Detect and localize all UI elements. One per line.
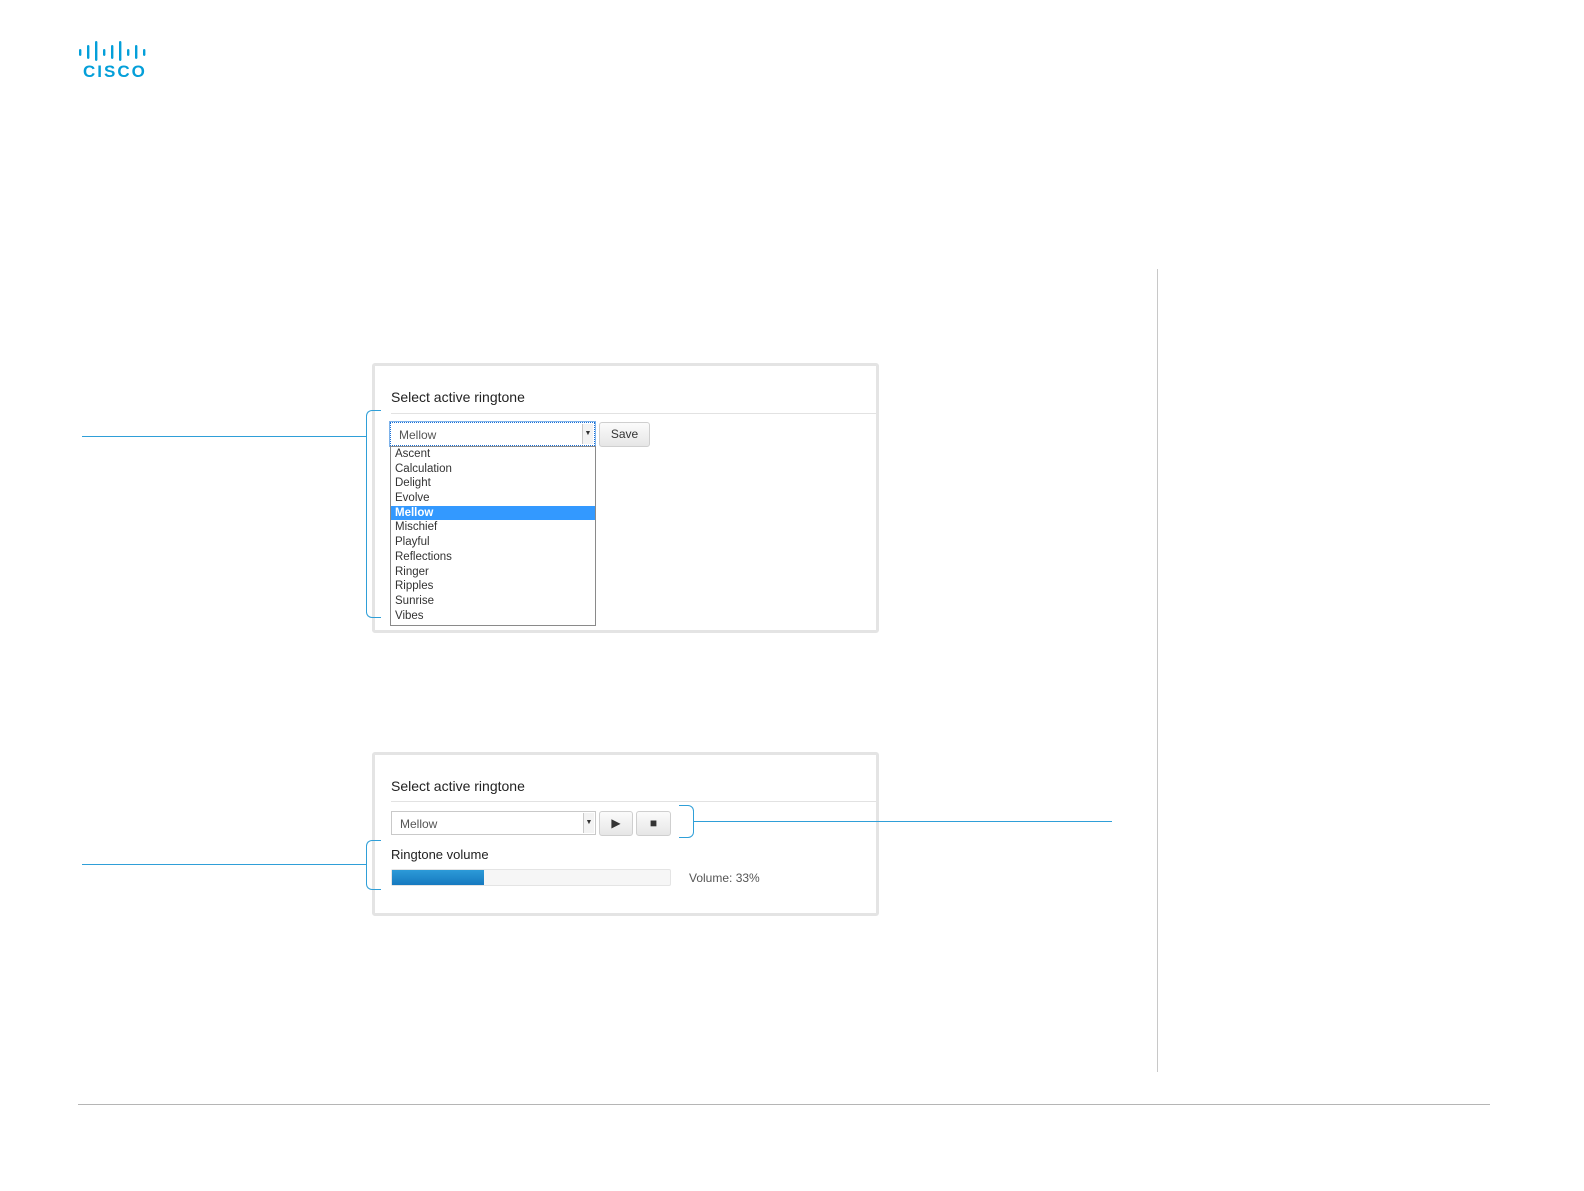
callout-bracket-playback <box>679 805 694 838</box>
option-playful[interactable]: Playful <box>391 535 595 550</box>
chevron-down-icon[interactable]: ▼ <box>582 424 593 444</box>
option-ascent[interactable]: Ascent <box>391 447 595 462</box>
ringtone-select[interactable]: Mellow ▼ <box>390 422 595 446</box>
ringtone-select-value: Mellow <box>399 428 437 442</box>
panel-title: Select active ringtone <box>391 778 525 794</box>
panel-title: Select active ringtone <box>391 389 525 405</box>
volume-readout: Volume: 33% <box>689 871 760 885</box>
ringtone-options-list[interactable]: Ascent Calculation Delight Evolve Mellow… <box>390 446 596 626</box>
chevron-down-icon[interactable]: ▼ <box>583 813 594 833</box>
panel-separator <box>391 413 876 414</box>
option-mellow[interactable]: Mellow <box>391 505 595 521</box>
panel-separator <box>391 801 876 802</box>
stop-button[interactable]: ■ <box>636 811 671 836</box>
stop-icon: ■ <box>649 816 658 830</box>
volume-slider-fill <box>392 870 484 885</box>
option-evolve[interactable]: Evolve <box>391 491 595 506</box>
callout-bracket-volume <box>366 840 381 890</box>
logo-wordmark: CISCO <box>83 62 147 81</box>
option-delight[interactable]: Delight <box>391 476 595 491</box>
option-calculation[interactable]: Calculation <box>391 462 595 477</box>
option-ripples[interactable]: Ripples <box>391 579 595 594</box>
play-icon: ▶ <box>611 816 621 830</box>
footer-divider <box>78 1104 1490 1105</box>
play-button[interactable]: ▶ <box>599 811 633 836</box>
option-ringer[interactable]: Ringer <box>391 565 595 580</box>
ringtone-select-value: Mellow <box>400 817 438 831</box>
cisco-logo: CISCO <box>78 40 152 82</box>
callout-bracket-dropdown <box>366 410 381 618</box>
cisco-bars-icon <box>79 41 146 61</box>
callout-line-volume <box>82 864 366 865</box>
option-reflections[interactable]: Reflections <box>391 550 595 565</box>
callout-line-playback <box>693 821 1112 822</box>
volume-label: Ringtone volume <box>391 847 489 862</box>
save-button[interactable]: Save <box>599 422 650 447</box>
option-mischief[interactable]: Mischief <box>391 520 595 535</box>
vertical-divider <box>1157 269 1158 1072</box>
ringtone-select[interactable]: Mellow ▼ <box>391 811 596 835</box>
callout-line-dropdown <box>82 436 366 437</box>
option-vibes[interactable]: Vibes <box>391 609 595 624</box>
volume-slider[interactable] <box>391 869 671 886</box>
option-sunrise[interactable]: Sunrise <box>391 594 595 609</box>
